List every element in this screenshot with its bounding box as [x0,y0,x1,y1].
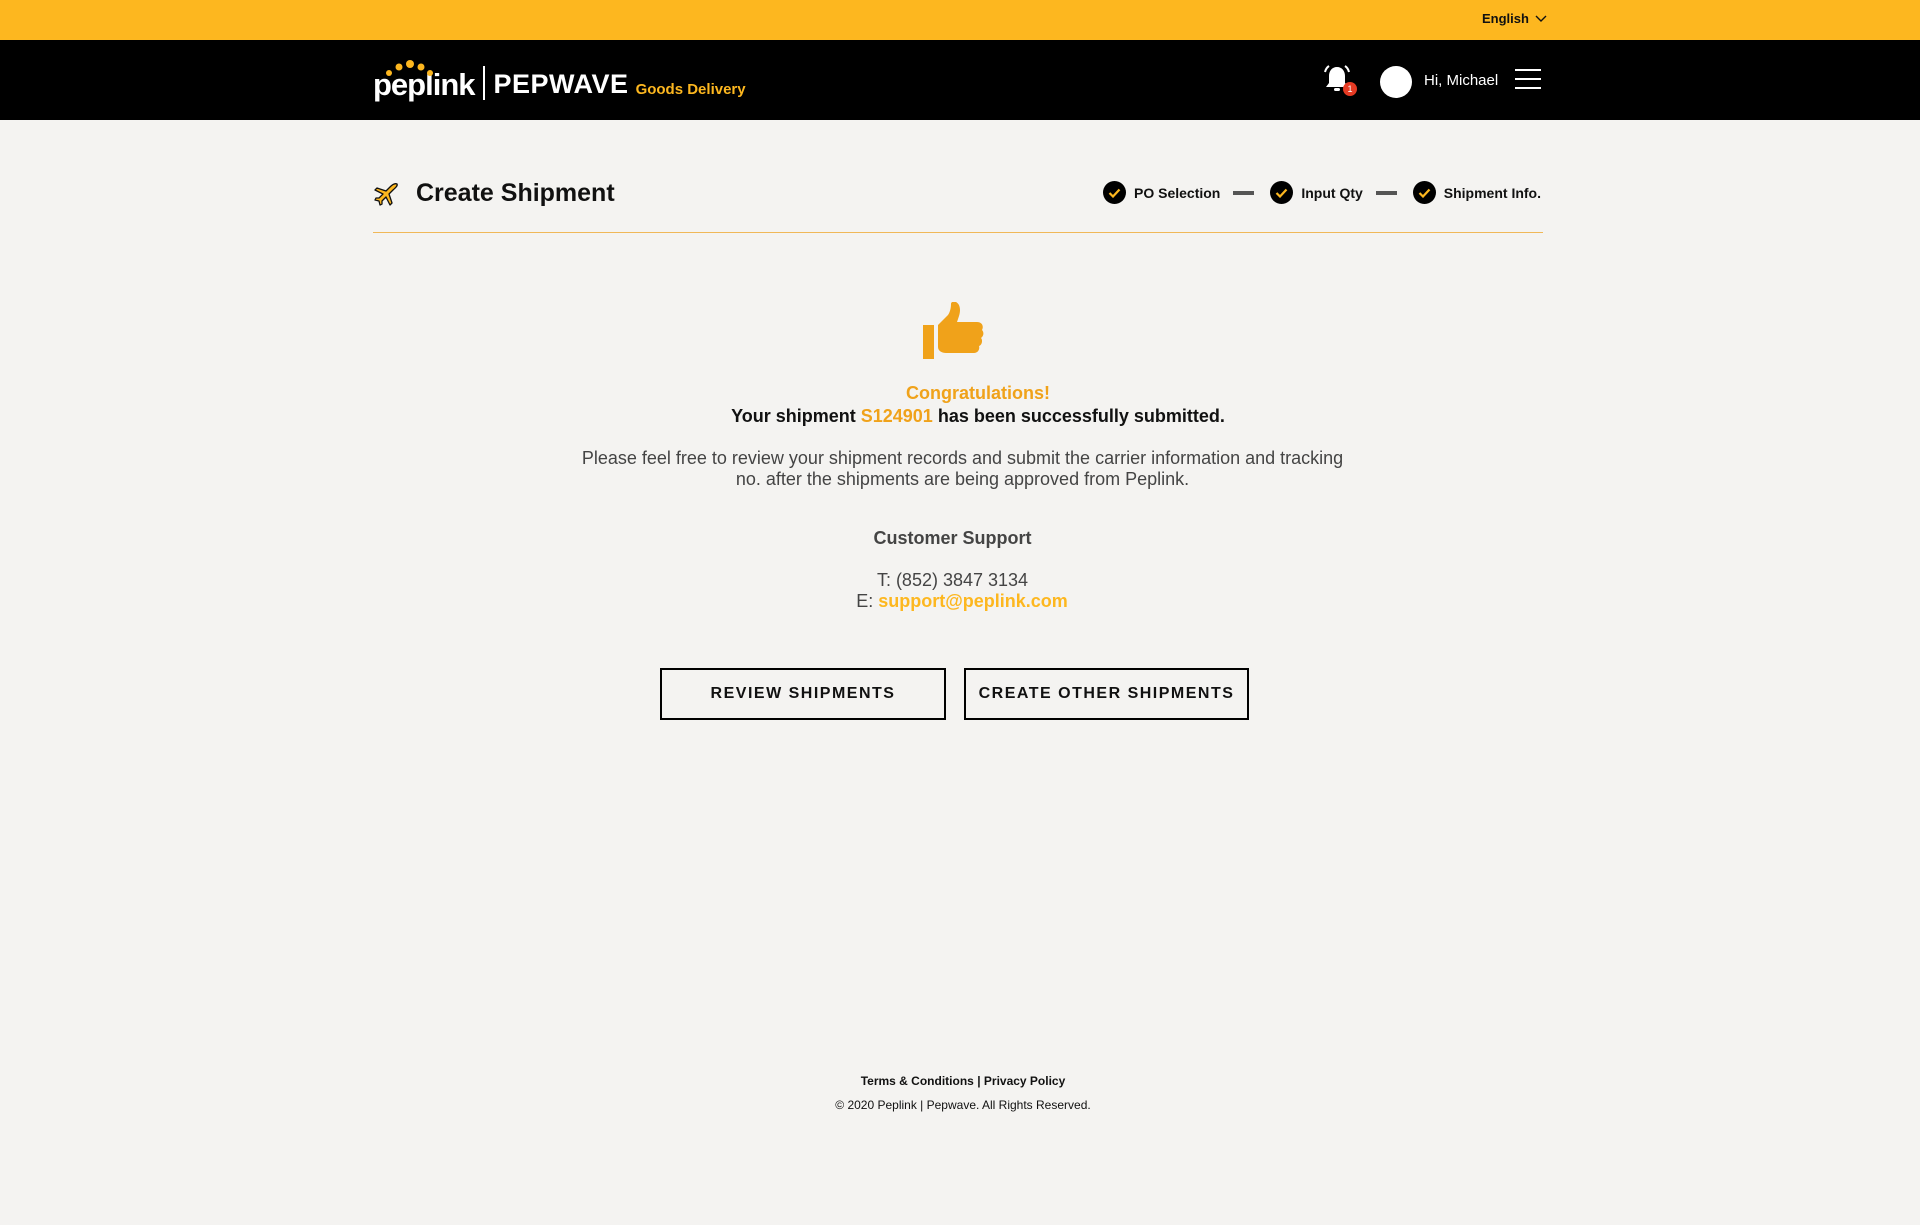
create-other-shipments-button[interactable]: CREATE OTHER SHIPMENTS [964,668,1249,720]
top-bar: English [0,0,1920,40]
check-icon [1102,181,1126,204]
header: peplink PEPWAVE Goods Delivery 1 Hi, Mic… [0,40,1920,120]
step-label: Input Qty [1301,184,1363,201]
step-label: Shipment Info. [1443,184,1541,201]
step-label: PO Selection [1133,184,1221,201]
logo-pepwave: PEPWAVE [493,69,629,99]
privacy-link[interactable]: Privacy Policy [984,1074,1065,1088]
support-email-link[interactable]: support@peplink.com [878,591,1068,611]
step-separator [1375,190,1397,195]
review-shipments-button[interactable]: REVIEW SHIPMENTS [660,668,946,720]
title-row: Create Shipment PO Selection Input Qty S… [373,175,1543,233]
congrats-heading: Congratulations! [906,383,1050,403]
logo-dots-icon [386,60,433,76]
page-title: Create Shipment [416,179,615,207]
thumbs-up-icon [923,302,984,359]
check-icon [1412,181,1436,204]
shipment-number[interactable]: S124901 [861,406,933,426]
notification-button[interactable]: 1 [1322,64,1357,98]
copyright: © 2020 Peplink | Pepwave. All Rights Res… [835,1098,1091,1112]
step-shipment-info[interactable]: Shipment Info. [1412,181,1541,204]
airplane-icon [374,183,398,206]
check-icon [1270,181,1294,204]
terms-link[interactable]: Terms & Conditions [861,1074,974,1088]
step-input-qty[interactable]: Input Qty [1270,181,1363,204]
support-title: Customer Support [873,528,1032,548]
footer-separator: | [977,1074,981,1088]
hamburger-icon-line [1515,87,1541,89]
logo[interactable]: peplink PEPWAVE Goods Delivery [373,54,746,104]
footer-links: Terms & Conditions | Privacy Policy [0,1074,1920,1088]
chevron-down-icon [1535,15,1547,22]
user-greeting[interactable]: Hi, Michael [1424,72,1498,89]
hamburger-icon-line [1515,69,1541,71]
avatar[interactable] [1380,66,1412,98]
menu-button[interactable] [1515,69,1541,91]
language-label: English [1482,11,1529,26]
support-phone: T: (852) 3847 3134 [876,570,1029,590]
info-text: Please feel free to review your shipment… [581,448,1344,489]
submitted-message: Your shipment S124901 has been successfu… [731,406,1225,426]
logo-peplink: peplink [373,60,476,104]
notification-badge: 1 [1343,82,1357,96]
logo-subtitle: Goods Delivery [635,81,746,98]
progress-steps: PO Selection Input Qty Shipment Info. [1102,181,1541,204]
step-po-selection[interactable]: PO Selection [1102,181,1221,204]
support-email: E: support@peplink.com [856,591,1068,611]
hamburger-icon-line [1515,78,1541,80]
step-separator [1233,190,1255,195]
logo-divider [482,66,485,100]
language-selector[interactable]: English [1482,11,1547,26]
